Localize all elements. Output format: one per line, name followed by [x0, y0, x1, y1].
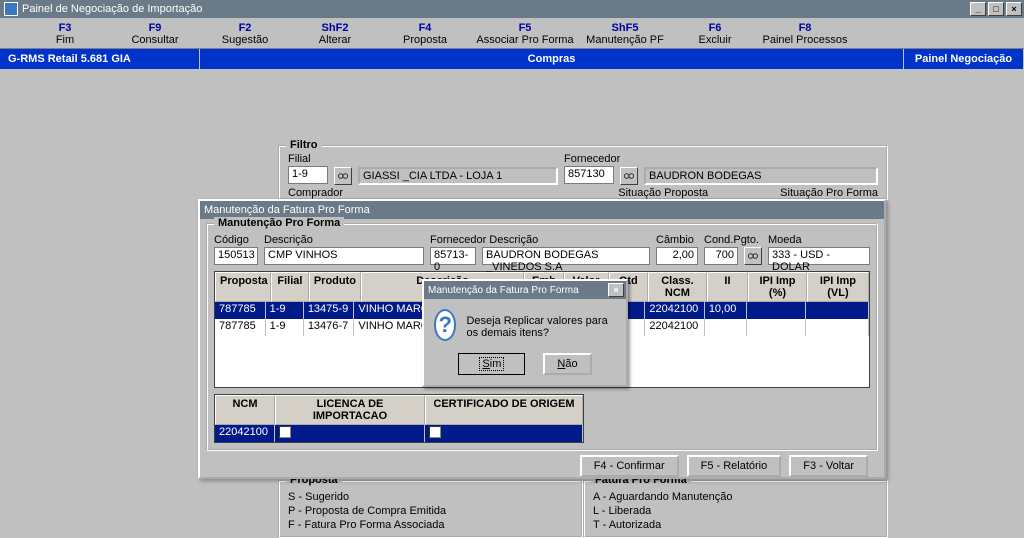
fkey-f2-sugestao[interactable]: F2Sugestão — [200, 22, 290, 46]
col-filial: Filial — [271, 272, 309, 302]
table-row[interactable]: 22042100 — [215, 425, 583, 442]
col-ipi-vl: IPI Imp (VL) — [807, 272, 869, 302]
msgbox-titlebar: Manutenção da Fatura Pro Forma × — [424, 281, 626, 299]
fornecedor-label: Fornecedor — [564, 153, 614, 165]
legend-item: F - Fatura Pro Forma Associada — [288, 518, 573, 532]
app-icon — [4, 2, 18, 16]
condpgto-label: Cond.Pgto. — [704, 234, 738, 246]
nao-button[interactable]: Não — [543, 353, 591, 375]
licenca-checkbox[interactable] — [279, 426, 291, 438]
sim-button[interactable]: Sim — [458, 353, 525, 375]
window-titlebar: Painel de Negociação de Importação _ □ × — [0, 0, 1024, 18]
moeda-label: Moeda — [768, 234, 870, 246]
function-key-bar: F3Fim F9Consultar F2Sugestão ShF2Alterar… — [0, 18, 1024, 49]
fkey-f3-fim[interactable]: F3Fim — [20, 22, 110, 46]
ncm-grid[interactable]: NCM LICENCA DE IMPORTACAO CERTIFICADO DE… — [214, 394, 584, 443]
legend-item: P - Proposta de Compra Emitida — [288, 504, 573, 518]
col-ipi-pct: IPI Imp (%) — [748, 272, 807, 302]
sit-proforma-label: Situação Pro Forma — [780, 187, 878, 199]
col-ii: II — [707, 272, 748, 302]
fkey-f6-excluir[interactable]: F6Excluir — [670, 22, 760, 46]
confirm-msgbox: Manutenção da Fatura Pro Forma × ? Desej… — [422, 279, 628, 387]
forn-desc-label: Fornecedor Descrição — [430, 234, 476, 246]
codigo-input[interactable]: 150513 — [214, 247, 258, 265]
fkey-shf5-manutencao[interactable]: ShF5Manutenção PF — [580, 22, 670, 46]
confirmar-button[interactable]: F4 - Confirmar — [580, 455, 679, 477]
fkey-f9-consultar[interactable]: F9Consultar — [110, 22, 200, 46]
binoculars-icon — [623, 170, 635, 182]
comprador-label: Comprador — [288, 187, 348, 199]
window-title: Painel de Negociação de Importação — [22, 3, 202, 15]
col-ncm: Class. NCM — [648, 272, 707, 302]
forn-name-input[interactable]: BAUDRON BODEGAS _VINEDOS S.A — [482, 247, 650, 265]
fkey-shf2-alterar[interactable]: ShF2Alterar — [290, 22, 380, 46]
certificado-checkbox[interactable] — [429, 426, 441, 438]
binoculars-icon — [337, 170, 349, 182]
legend-item: A - Aguardando Manutenção — [593, 490, 878, 504]
dialog-title: Manutenção da Fatura Pro Forma — [204, 204, 370, 216]
relatorio-button[interactable]: F5 - Relatório — [687, 455, 782, 477]
context-bar: G-RMS Retail 5.681 GIA Compras Painel Ne… — [0, 49, 1024, 69]
msgbox-close-button[interactable]: × — [608, 283, 624, 297]
condpgto-input[interactable]: 700 — [704, 247, 738, 265]
fornecedor-search-button[interactable] — [620, 167, 638, 185]
condpgto-search-button[interactable] — [744, 247, 762, 265]
context-screen: Painel Negociação — [904, 49, 1024, 69]
legend-item: S - Sugerido — [288, 490, 573, 504]
binoculars-icon — [747, 250, 759, 262]
question-icon: ? — [434, 309, 456, 341]
sit-proposta-label: Situação Proposta — [618, 187, 708, 199]
descricao-input[interactable]: CMP VINHOS — [264, 247, 424, 265]
legend-item: T - Autorizada — [593, 518, 878, 532]
status-legend-box: Proposta S - Sugerido P - Proposta de Co… — [278, 480, 888, 538]
filtro-group: Filtro Filial 1-9 GIASSI _CIA LTDA - LOJ… — [278, 145, 888, 200]
fkey-f8-processos[interactable]: F8Painel Processos — [760, 22, 850, 46]
main-window: Painel de Negociação de Importação _ □ ×… — [0, 0, 1024, 533]
filial-label: Filial — [288, 153, 328, 165]
context-module: Compras — [200, 49, 904, 69]
col-proposta: Proposta — [215, 272, 271, 302]
filial-search-button[interactable] — [334, 167, 352, 185]
voltar-button[interactable]: F3 - Voltar — [789, 455, 868, 477]
groupbox-legend: Manutenção Pro Forma — [214, 217, 344, 229]
msgbox-text: Deseja Replicar valores para os demais i… — [466, 309, 616, 339]
col-licenca: LICENCA DE IMPORTACAO — [275, 395, 425, 425]
grid-header: NCM LICENCA DE IMPORTACAO CERTIFICADO DE… — [215, 395, 583, 425]
descricao-label: Descrição — [264, 234, 424, 246]
cambio-label: Câmbio — [656, 234, 698, 246]
moeda-input[interactable]: 333 - USD - DOLAR — [768, 247, 870, 265]
forn-code-input[interactable]: 85713-0 — [430, 247, 476, 265]
legend-item: L - Liberada — [593, 504, 878, 518]
col-produto: Produto — [309, 272, 361, 302]
filtro-legend: Filtro — [286, 139, 322, 151]
fornecedor-name-display: BAUDRON BODEGAS — [644, 167, 878, 185]
fornecedor-code-input[interactable]: 857130 — [564, 166, 614, 184]
cambio-input[interactable]: 2,00 — [656, 247, 698, 265]
minimize-button[interactable]: _ — [970, 2, 986, 16]
fkey-f5-associar[interactable]: F5Associar Pro Forma — [470, 22, 580, 46]
col-ncm: NCM — [215, 395, 275, 425]
maximize-button[interactable]: □ — [988, 2, 1004, 16]
context-app: G-RMS Retail 5.681 GIA — [0, 49, 200, 69]
codigo-label: Código — [214, 234, 258, 246]
filial-code-input[interactable]: 1-9 — [288, 166, 328, 184]
col-certificado: CERTIFICADO DE ORIGEM — [425, 395, 583, 425]
filial-name-display: GIASSI _CIA LTDA - LOJA 1 — [358, 167, 558, 185]
fkey-f4-proposta[interactable]: F4Proposta — [380, 22, 470, 46]
msgbox-title: Manutenção da Fatura Pro Forma — [428, 285, 579, 296]
close-button[interactable]: × — [1006, 2, 1022, 16]
